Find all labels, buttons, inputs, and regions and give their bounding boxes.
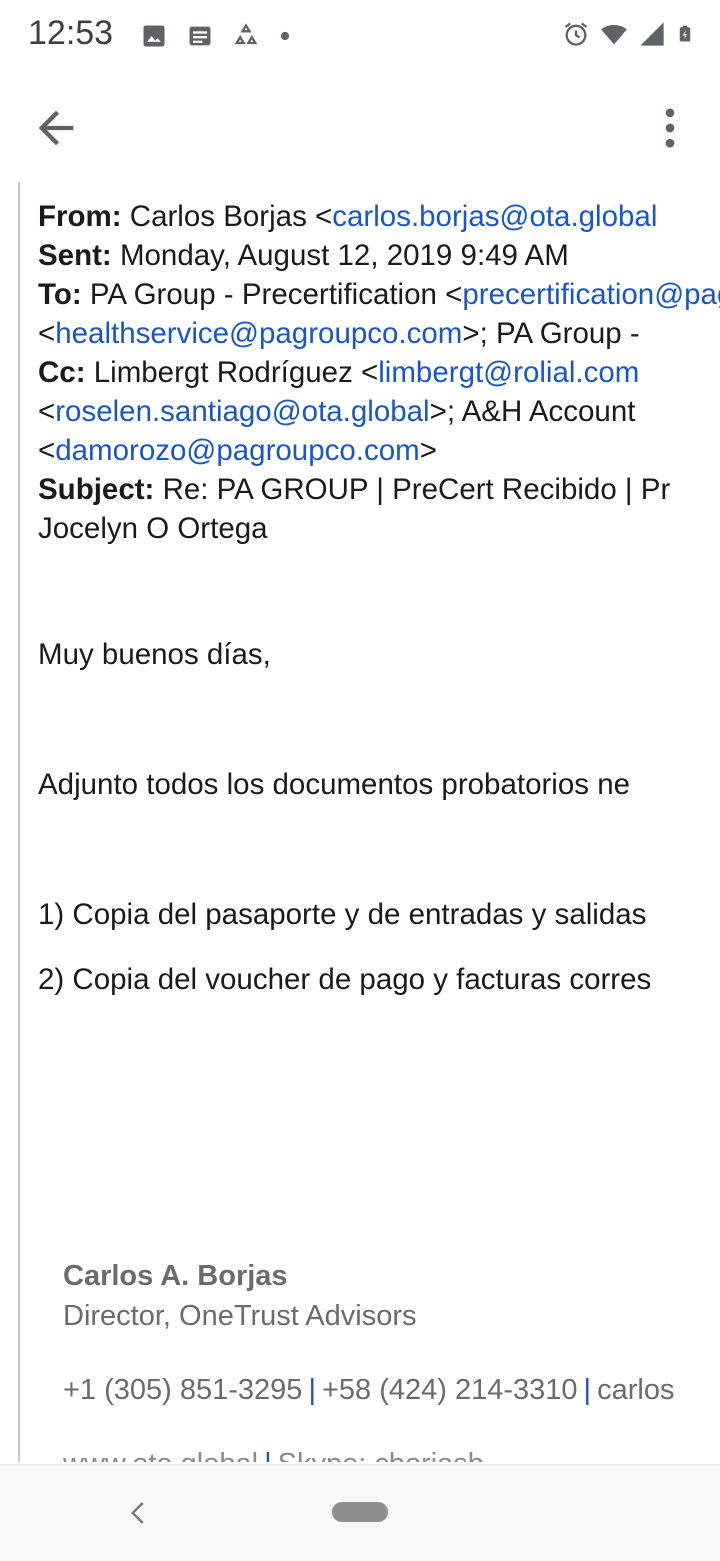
cc-name: Limbergt Rodríguez < — [85, 356, 379, 389]
cc-line-3: <damorozo@pagroupco.com> — [38, 431, 720, 470]
alarm-icon — [564, 22, 588, 46]
to-line2-open: < — [38, 317, 56, 350]
status-time: 12:53 — [28, 14, 114, 52]
body-item-1: 1) Copia del pasaporte y de entradas y s… — [38, 898, 647, 931]
status-bar: 12:53 — [0, 0, 720, 72]
from-email-link[interactable]: carlos.borjas@ota.global — [332, 200, 657, 233]
email-header-block: From: Carlos Borjas <carlos.borjas@ota.g… — [38, 197, 720, 548]
sent-value: Monday, August 12, 2019 9:49 AM — [111, 239, 569, 272]
sent-label: Sent: — [38, 239, 112, 272]
subject-line-2: Jocelyn O Ortega — [38, 512, 268, 545]
to-email-link[interactable]: precertification@pagroupco.com — [462, 278, 720, 311]
from-name: Carlos Borjas < — [121, 200, 333, 233]
recycle-icon — [234, 23, 258, 45]
to-email2-link[interactable]: healthservice@pagroupco.com — [55, 317, 462, 350]
subject-label: Subject: — [38, 473, 155, 506]
signature-separator-3: | — [258, 1448, 278, 1462]
navigation-bar — [0, 1464, 720, 1561]
home-pill-icon[interactable] — [332, 1502, 388, 1522]
cc-email3-link[interactable]: damorozo@pagroupco.com — [55, 434, 419, 467]
signature-title: Director, OneTrust Advisors — [63, 1300, 417, 1332]
subject-line: Subject: Re: PA GROUP | PreCert Recibido… — [38, 470, 720, 509]
top-app-bar — [0, 82, 720, 172]
cc-line: Cc: Limbergt Rodríguez <limbergt@rolial.… — [38, 353, 720, 392]
signature-skype: Skype: cborjasb — [278, 1448, 484, 1462]
to-label: To: — [38, 278, 82, 311]
from-line: From: Carlos Borjas <carlos.borjas@ota.g… — [38, 197, 720, 236]
arrow-back-icon[interactable] — [30, 102, 82, 154]
status-icons-left — [140, 22, 292, 50]
battery-icon — [679, 25, 691, 42]
dot-icon — [280, 31, 290, 41]
sent-line: Sent: Monday, August 12, 2019 9:49 AM — [38, 236, 720, 275]
signature-phone-1[interactable]: +1 (305) 851-3295 — [63, 1374, 302, 1406]
nav-back-icon[interactable] — [124, 1495, 154, 1531]
cc-email2-link[interactable]: roselen.santiago@ota.global — [55, 395, 429, 428]
signature-website[interactable]: www.ota.global — [63, 1448, 258, 1462]
signal-icon — [640, 22, 664, 46]
cc-line3-open: < — [38, 434, 56, 467]
image-icon — [143, 25, 165, 47]
wifi-icon — [601, 24, 627, 45]
to-name: PA Group - Precertification < — [81, 278, 463, 311]
signature-separator-2: | — [583, 1374, 592, 1406]
to-line-2: <healthservice@pagroupco.com>; PA Group … — [38, 314, 720, 353]
signature-email-partial[interactable]: carlos — [597, 1374, 674, 1406]
cc-line-2: <roselen.santiago@ota.global>; A&H Accou… — [38, 392, 720, 431]
quote-bar — [18, 182, 20, 1462]
signature-separator: | — [308, 1374, 316, 1406]
cc-label: Cc: — [38, 356, 86, 389]
cc-line2-rest: >; A&H Account — [429, 395, 636, 428]
status-icons-right — [562, 20, 694, 48]
email-content: From: Carlos Borjas <carlos.borjas@ota.g… — [0, 182, 720, 1462]
signature-name: Carlos A. Borjas — [63, 1260, 288, 1292]
signature-phone-2[interactable]: +58 (424) 214-3310 — [322, 1374, 578, 1406]
from-label: From: — [38, 200, 122, 233]
cc-line2-open: < — [38, 395, 56, 428]
body-intro: Adjunto todos los documentos probatorios… — [38, 768, 631, 801]
to-line2-rest: >; PA Group - — [462, 317, 640, 350]
more-vert-icon[interactable] — [644, 102, 696, 154]
body-item-2: 2) Copia del voucher de pago y facturas … — [38, 963, 652, 996]
signature-block: Carlos A. Borjas Director, OneTrust Advi… — [63, 1256, 720, 1462]
news-icon — [189, 26, 211, 46]
subject-value: Re: PA GROUP | PreCert Recibido | Pr — [154, 473, 671, 506]
signature-web-line: www.ota.global|Skype: cborjasb — [63, 1444, 720, 1462]
cc-email-link[interactable]: limbergt@rolial.com — [378, 356, 639, 389]
body-greeting: Muy buenos días, — [38, 638, 271, 671]
cc-line3-close: > — [419, 434, 437, 467]
to-line: To: PA Group - Precertification <precert… — [38, 275, 720, 314]
signature-phones: +1 (305) 851-3295 | +58 (424) 214-3310 | car… — [63, 1370, 720, 1410]
